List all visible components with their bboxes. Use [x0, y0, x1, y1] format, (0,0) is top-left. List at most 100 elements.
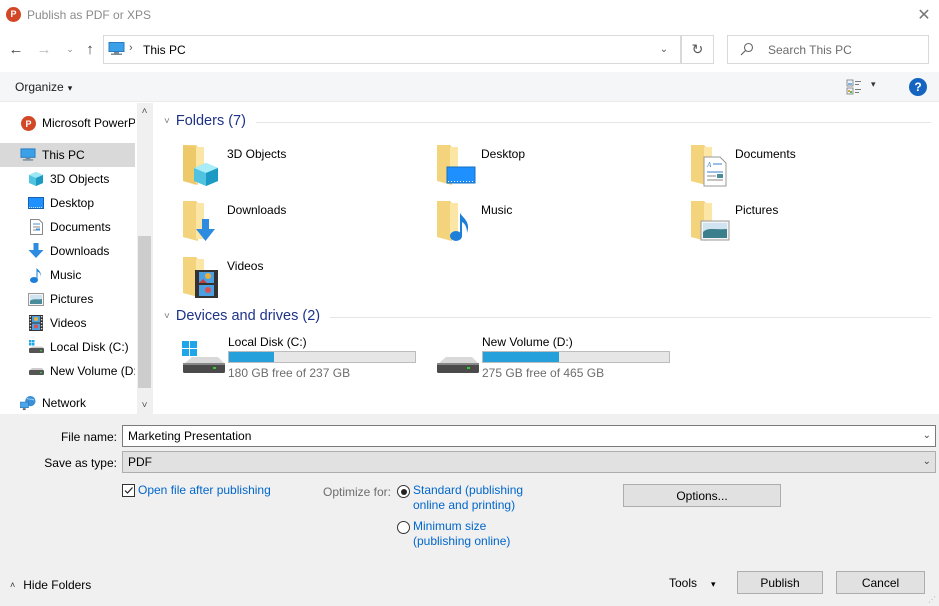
- sidebar-scrollbar[interactable]: ˄ ˅: [137, 103, 152, 414]
- optimize-minimum-radio[interactable]: [397, 521, 410, 534]
- drive-tile-local-disk-c[interactable]: Local Disk (C:) 180 GB free of 237 GB: [182, 335, 432, 380]
- optimize-standard-label[interactable]: Standard (publishing online and printing): [413, 483, 523, 513]
- organize-menu-button[interactable]: Organize ▾: [15, 80, 72, 94]
- folders-group-header[interactable]: ˅ Folders (7): [164, 113, 246, 129]
- forward-button[interactable]: →: [35, 40, 53, 58]
- chevron-down-icon: ⌄: [922, 456, 931, 467]
- chevron-down-icon[interactable]: ⌄: [923, 430, 931, 441]
- folder-tile-downloads[interactable]: Downloads: [182, 199, 422, 249]
- address-dropdown-button[interactable]: ⌄: [648, 35, 681, 64]
- close-button[interactable]: ✕: [909, 0, 939, 30]
- cancel-button[interactable]: Cancel: [836, 571, 925, 594]
- sidebar-item-label: Microsoft PowerP: [42, 116, 135, 130]
- resize-grip[interactable]: ⋰: [928, 595, 938, 605]
- documents-icon: [28, 219, 44, 235]
- scroll-up-button[interactable]: ˄: [137, 103, 152, 120]
- file-name-combobox[interactable]: ⌄: [122, 425, 936, 447]
- breadcrumb-this-pc[interactable]: This PC: [143, 43, 186, 57]
- radio-selected-dot: [400, 488, 407, 495]
- folder-name: 3D Objects: [227, 147, 287, 161]
- folder-tile-music[interactable]: Music: [436, 199, 676, 249]
- sidebar-item-desktop[interactable]: Desktop: [0, 191, 135, 215]
- folder-name: Videos: [227, 259, 264, 273]
- drives-group-header[interactable]: ˅ Devices and drives (2): [164, 308, 320, 324]
- address-bar[interactable]: › This PC: [103, 35, 681, 64]
- window-title: Publish as PDF or XPS: [27, 8, 152, 22]
- tools-menu-button[interactable]: Tools ▾: [669, 576, 716, 590]
- hide-folders-button[interactable]: ˄ Hide Folders: [10, 578, 91, 592]
- music-folder-icon: [437, 201, 469, 241]
- sidebar-item-videos[interactable]: Videos: [0, 311, 135, 335]
- chevron-up-icon: ˄: [141, 106, 148, 117]
- drive-free-space: 275 GB free of 465 GB: [482, 366, 605, 380]
- folder-tile-3d-objects[interactable]: 3D Objects: [182, 143, 422, 193]
- back-button[interactable]: ←: [7, 40, 25, 58]
- drive-name: Local Disk (C:): [228, 335, 307, 349]
- sidebar-item-music[interactable]: Music: [0, 263, 135, 287]
- 3d-objects-icon: [28, 171, 44, 187]
- folder-tile-desktop[interactable]: Desktop: [436, 143, 676, 193]
- option-line: Minimum size: [413, 519, 487, 533]
- sidebar-item-documents[interactable]: Documents: [0, 215, 135, 239]
- folder-tile-pictures[interactable]: Pictures: [690, 199, 930, 249]
- refresh-button[interactable]: ↻: [681, 35, 714, 64]
- up-button[interactable]: ↑: [81, 40, 99, 58]
- option-line: Standard (publishing: [413, 483, 524, 497]
- sidebar-item-label: This PC: [42, 148, 85, 162]
- folder-tile-videos[interactable]: Videos: [182, 255, 422, 305]
- svg-text:P: P: [25, 119, 31, 129]
- drive-usage-fill: [483, 352, 560, 362]
- sidebar-item-this-pc[interactable]: This PC: [0, 143, 135, 167]
- sidebar-item-3d-objects[interactable]: 3D Objects: [0, 167, 135, 191]
- chevron-down-icon: ˅: [164, 115, 170, 127]
- group-title: Folders (7): [175, 113, 246, 129]
- option-line: online and printing): [413, 498, 516, 512]
- music-icon: [28, 267, 44, 283]
- view-options-dropdown[interactable]: ▾: [871, 79, 876, 90]
- sidebar-item-label: Network: [42, 396, 87, 410]
- optimize-standard-radio[interactable]: [397, 485, 410, 498]
- change-view-button[interactable]: [846, 79, 862, 95]
- file-list-pane: ˅ Folders (7) 3D Objects Desktop A Docum…: [156, 103, 939, 414]
- sidebar-item-label: Videos: [50, 316, 87, 330]
- drive-usage-bar: [482, 351, 670, 363]
- sidebar-item-pictures[interactable]: Pictures: [0, 287, 135, 311]
- save-as-type-select[interactable]: PDF ⌄: [122, 451, 936, 473]
- sidebar-item-microsoft-powerpoint[interactable]: P Microsoft PowerP: [0, 111, 135, 135]
- sidebar-item-label: Pictures: [50, 292, 94, 306]
- caret-down-icon: ▾: [711, 579, 716, 589]
- recent-locations-button[interactable]: ⌄: [61, 40, 79, 58]
- sidebar-item-downloads[interactable]: Downloads: [0, 239, 135, 263]
- sidebar-item-new-volume-d[interactable]: New Volume (D:): [0, 359, 135, 383]
- drive-name: New Volume (D:): [482, 335, 573, 349]
- command-toolbar: Organize ▾: [0, 72, 939, 102]
- search-input[interactable]: Search This PC: [727, 35, 929, 64]
- drive-icon: [28, 363, 44, 379]
- optimize-minimum-label[interactable]: Minimum size (publishing online): [413, 519, 510, 549]
- folder-tile-documents[interactable]: A Documents: [690, 143, 930, 193]
- option-line: (publishing online): [413, 534, 511, 548]
- open-after-publishing-checkbox[interactable]: [122, 484, 135, 497]
- network-icon: [20, 395, 36, 411]
- videos-icon: [28, 315, 44, 331]
- hide-folders-label: Hide Folders: [23, 578, 92, 592]
- drive-usage-bar: [228, 351, 416, 363]
- up-arrow-icon: ↑: [86, 40, 94, 58]
- options-button[interactable]: Options...: [623, 484, 781, 507]
- drive-tile-new-volume-d[interactable]: New Volume (D:) 275 GB free of 465 GB: [436, 335, 686, 380]
- back-arrow-icon: ←: [8, 40, 24, 58]
- optimize-for-label: Optimize for:: [323, 485, 392, 499]
- file-name-input[interactable]: [128, 428, 908, 444]
- sidebar-item-network[interactable]: Network: [0, 391, 135, 414]
- publish-button[interactable]: Publish: [737, 571, 823, 594]
- scroll-down-button[interactable]: ˅: [137, 397, 152, 414]
- documents-folder-icon: A: [691, 145, 727, 187]
- open-after-publishing-label[interactable]: Open file after publishing: [138, 483, 271, 498]
- scrollbar-thumb[interactable]: [138, 236, 151, 388]
- organize-label: Organize: [15, 80, 64, 94]
- help-button[interactable]: ?: [909, 78, 927, 96]
- forward-arrow-icon: →: [36, 40, 52, 58]
- sidebar-item-local-disk-c[interactable]: Local Disk (C:): [0, 335, 135, 359]
- sidebar-item-label: 3D Objects: [50, 172, 110, 186]
- this-pc-icon: [108, 42, 125, 55]
